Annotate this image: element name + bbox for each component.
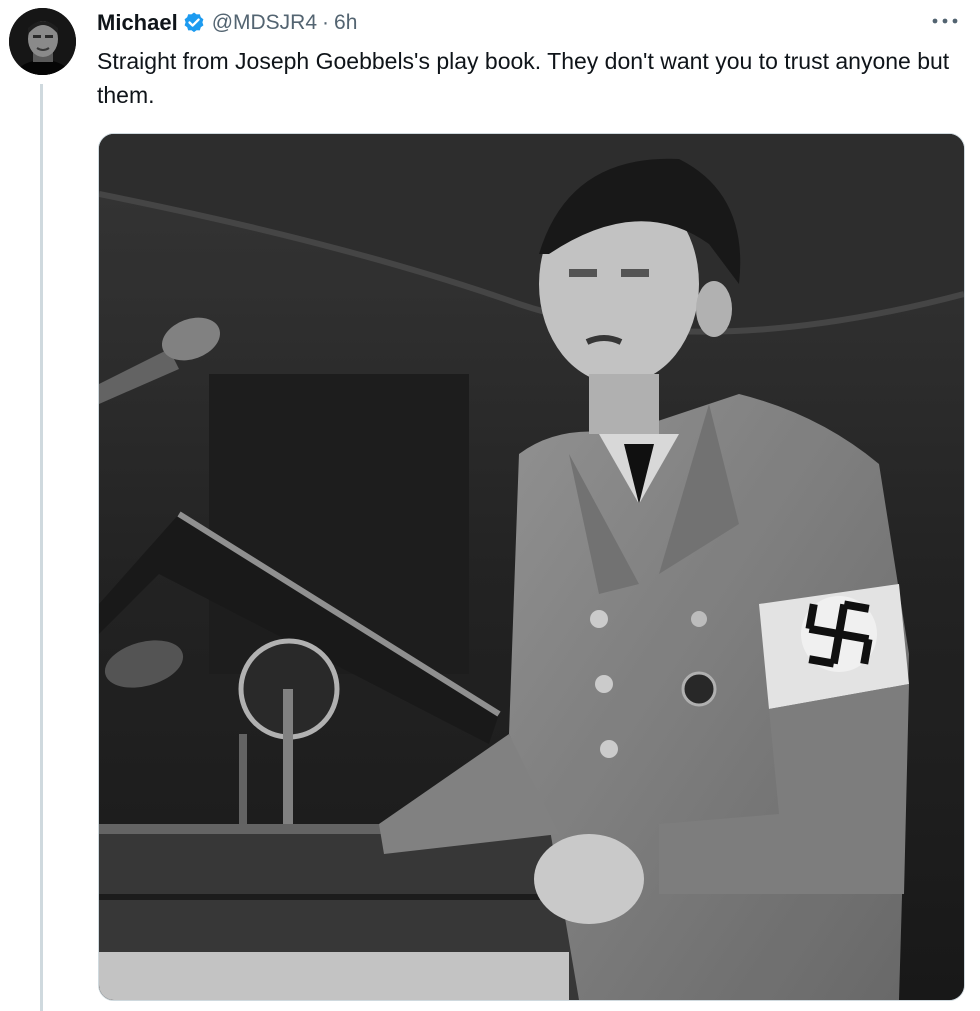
verified-badge-icon [182, 11, 206, 35]
avatar-image [9, 8, 76, 75]
tweet-header: Michael @MDSJR4 · 6h [97, 10, 357, 36]
display-name[interactable]: Michael [97, 10, 178, 36]
tweet-text: Straight from Joseph Goebbels's play boo… [97, 48, 950, 108]
user-handle[interactable]: @MDSJR4 [212, 11, 317, 35]
avatar[interactable] [9, 8, 76, 75]
separator-dot: · [322, 11, 330, 34]
photo-image [99, 134, 964, 1000]
tweet-media-photo[interactable] [98, 133, 965, 1001]
timestamp[interactable]: 6h [334, 11, 357, 35]
more-options-icon[interactable] [928, 8, 962, 34]
thread-connector-line [40, 84, 43, 1011]
tweet-card: Michael @MDSJR4 · 6h Straight from Josep… [0, 0, 980, 1011]
